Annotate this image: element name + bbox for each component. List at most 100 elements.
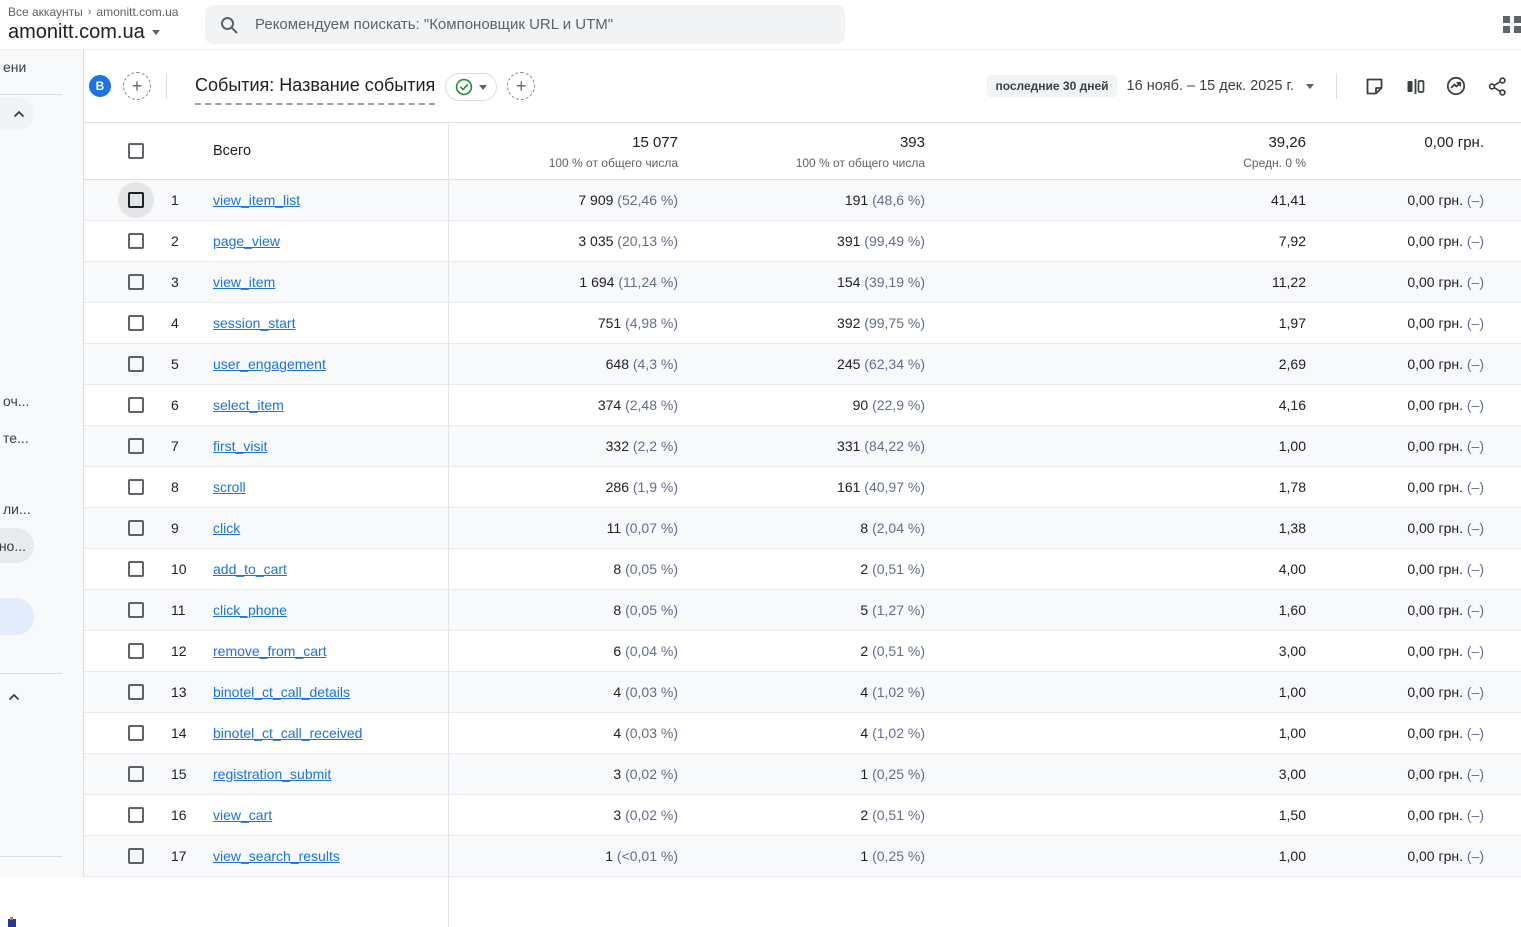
row-checkbox[interactable] xyxy=(118,428,154,464)
checkbox-icon xyxy=(128,520,144,536)
checkbox-icon xyxy=(128,848,144,864)
checkmark-circle-icon xyxy=(456,78,473,96)
event-name-link[interactable]: view_search_results xyxy=(213,848,340,864)
revenue-cell-percent: (–) xyxy=(1466,684,1484,700)
collapse-up-icon[interactable] xyxy=(7,690,21,704)
table-row: 3 view_item 1 694 (11,24 %) 154 (39,19 %) 11… xyxy=(84,262,1521,303)
report-title[interactable]: События: Название события xyxy=(195,75,436,105)
users-count-cell-percent: (22,9 %) xyxy=(872,397,925,413)
event-name-link[interactable]: select_item xyxy=(213,397,284,413)
row-checkbox[interactable] xyxy=(118,633,154,669)
per-user-cell: 4,16 xyxy=(1279,397,1306,413)
row-number: 4 xyxy=(171,315,179,331)
nav-item-pill[interactable]: но... xyxy=(0,528,34,563)
row-checkbox[interactable] xyxy=(118,346,154,382)
row-checkbox[interactable] xyxy=(118,674,154,710)
event-name-link[interactable]: view_item_list xyxy=(213,192,300,208)
nav-bottom-icon[interactable] xyxy=(8,917,16,927)
account-selector[interactable]: amonitt.com.ua xyxy=(8,21,160,44)
per-user-cell-value: 1,50 xyxy=(1278,807,1306,823)
apps-grid-icon[interactable] xyxy=(1503,16,1521,33)
event-name-link[interactable]: page_view xyxy=(213,233,280,249)
select-all-checkbox[interactable] xyxy=(118,133,154,169)
row-checkbox[interactable] xyxy=(118,715,154,751)
breadcrumb-all-accounts[interactable]: Все аккаунты xyxy=(8,5,83,19)
nav-item-truncated[interactable]: ли... xyxy=(3,501,31,517)
event-name-link[interactable]: binotel_ct_call_received xyxy=(213,725,362,741)
event-name-link[interactable]: add_to_cart xyxy=(213,561,287,577)
users-count-cell: 1 (0,25 %) xyxy=(860,848,925,864)
row-checkbox[interactable] xyxy=(118,756,154,792)
revenue-cell: 0,00 грн. (–) xyxy=(1407,315,1484,331)
event-name-link[interactable]: scroll xyxy=(213,479,246,495)
event-count-cell: 374 (2,48 %) xyxy=(598,397,678,413)
event-count-cell-percent: (0,03 %) xyxy=(625,684,678,700)
event-count-cell-value: 286 xyxy=(605,479,629,495)
revenue-cell-value: 0,00 грн. xyxy=(1407,684,1463,700)
dimension-valid-dropdown[interactable] xyxy=(445,73,498,101)
checkbox-icon xyxy=(128,602,144,618)
per-user-cell: 1,00 xyxy=(1279,848,1306,864)
search-bar[interactable] xyxy=(205,5,845,44)
avatar[interactable]: B xyxy=(89,75,111,97)
event-count-cell-value: 1 694 xyxy=(579,274,615,290)
checkbox-icon xyxy=(128,143,144,159)
per-user-cell-value: 41,41 xyxy=(1270,192,1306,208)
event-name-link[interactable]: binotel_ct_call_details xyxy=(213,684,350,700)
row-checkbox[interactable] xyxy=(118,264,154,300)
users-count-cell-value: 2 xyxy=(860,561,869,577)
row-checkbox[interactable] xyxy=(118,510,154,546)
totals-label: Всего xyxy=(213,143,252,159)
per-user-cell-value: 7,92 xyxy=(1278,233,1306,249)
breadcrumb-account[interactable]: amonitt.com.ua xyxy=(96,5,178,19)
row-checkbox[interactable] xyxy=(118,551,154,587)
search-input[interactable] xyxy=(255,16,831,33)
events-table: Всего 15 077 100 % от общего числа 393 1… xyxy=(84,122,1521,927)
row-number: 1 xyxy=(171,192,179,208)
notes-button[interactable] xyxy=(1362,74,1386,98)
row-checkbox[interactable] xyxy=(118,305,154,341)
table-row: 4 session_start 751 (4,98 %) 392 (99,75 %) 1… xyxy=(84,303,1521,344)
table-row: 13 binotel_ct_call_details 4 (0,03 %) 4 (1,… xyxy=(84,672,1521,713)
event-name-link[interactable]: first_visit xyxy=(213,438,267,454)
nav-item-selected[interactable] xyxy=(0,598,34,635)
add-dimension-button[interactable]: + xyxy=(507,72,536,100)
event-name-link[interactable]: view_cart xyxy=(213,807,272,823)
row-checkbox[interactable] xyxy=(118,469,154,505)
event-count-cell: 1 (<0,01 %) xyxy=(605,848,678,864)
row-checkbox[interactable] xyxy=(118,592,154,628)
row-checkbox[interactable] xyxy=(118,182,154,218)
per-user-cell-value: 3,00 xyxy=(1278,643,1306,659)
revenue-cell-percent: (–) xyxy=(1466,807,1484,823)
nav-collapse-button[interactable] xyxy=(0,97,34,130)
event-name-link[interactable]: user_engagement xyxy=(213,356,326,372)
edit-comparisons-button[interactable] xyxy=(1403,74,1427,98)
event-name-link[interactable]: session_start xyxy=(213,315,295,331)
share-button[interactable] xyxy=(1485,74,1509,98)
users-count-cell: 391 (99,49 %) xyxy=(837,233,925,249)
event-count-cell-value: 4 xyxy=(613,725,622,741)
revenue-cell-value: 0,00 грн. xyxy=(1407,315,1463,331)
row-checkbox[interactable] xyxy=(118,223,154,259)
revenue-cell-percent: (–) xyxy=(1466,315,1484,331)
date-range-picker[interactable]: последние 30 дней 16 нояб. – 15 дек. 202… xyxy=(987,75,1314,97)
nav-divider xyxy=(0,856,62,857)
event-count-cell-percent: (0,02 %) xyxy=(625,807,678,823)
nav-item-truncated[interactable]: ени xyxy=(3,59,26,75)
row-checkbox[interactable] xyxy=(118,387,154,423)
row-checkbox[interactable] xyxy=(118,838,154,874)
nav-item-truncated[interactable]: те... xyxy=(3,430,29,446)
users-count-cell-value: 245 xyxy=(837,356,861,372)
event-name-link[interactable]: registration_submit xyxy=(213,766,331,782)
event-name-link[interactable]: remove_from_cart xyxy=(213,643,327,659)
nav-item-truncated[interactable]: оч... xyxy=(3,393,29,409)
revenue-cell-value: 0,00 грн. xyxy=(1407,807,1463,823)
insights-button[interactable] xyxy=(1444,74,1468,98)
insights-icon xyxy=(1446,76,1466,96)
event-name-link[interactable]: click_phone xyxy=(213,602,287,618)
event-name-link[interactable]: click xyxy=(213,520,240,536)
event-name-link[interactable]: view_item xyxy=(213,274,275,290)
per-user-cell-value: 2,69 xyxy=(1278,356,1306,372)
add-segment-button[interactable]: + xyxy=(123,72,151,100)
row-checkbox[interactable] xyxy=(118,797,154,833)
